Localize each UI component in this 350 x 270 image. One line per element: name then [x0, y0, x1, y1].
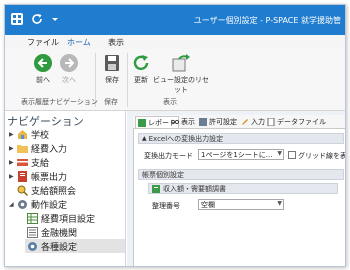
tab-view[interactable]: 表示 — [108, 37, 124, 48]
collapse-arrow-icon[interactable]: ◢ — [9, 201, 17, 208]
excel-export-section: ▲ Excelへの変換出力設定 — [138, 133, 344, 144]
back-arrow-icon — [34, 54, 52, 72]
payment-icon — [17, 158, 28, 166]
table-icon — [27, 212, 38, 224]
grid-lines-checkbox[interactable] — [288, 151, 296, 159]
gear-icon — [18, 199, 27, 209]
grid-lines-label: グリッド線を表示 — [298, 152, 345, 160]
export-mode-select[interactable]: 1ページを1シートに... ▼ — [198, 149, 284, 160]
title-bar: ユーザー個別設定 - P-SPACE 就学援助管 — [5, 5, 345, 35]
form-section-header[interactable]: 帳票個別設定 — [138, 169, 344, 180]
income-demand-section: 収入額・需要額調書 — [148, 183, 338, 194]
pencil-icon — [242, 119, 248, 125]
refresh-button[interactable]: 更新 — [129, 53, 153, 85]
tab-input[interactable]: 入力 — [241, 116, 265, 128]
report-settings-panel: ▲ Excelへの変換出力設定 変換出力モード 1ページを1シートに... ▼ … — [133, 129, 345, 266]
export-mode-label: 変換出力モード — [144, 152, 193, 160]
tab-display[interactable]: 表示 — [171, 116, 195, 128]
nav-item-payment[interactable]: ▶ 支給 — [9, 155, 49, 169]
excel-section-header[interactable]: ▲ Excelへの変換出力設定 — [138, 133, 344, 144]
form-settings-section: 帳票個別設定 — [138, 169, 344, 180]
group-label-history: 表示履歴ナビゲーション — [21, 98, 98, 106]
file-icon — [267, 118, 275, 126]
report-icon — [18, 170, 27, 182]
nav-item-expense-input[interactable]: ▶ 経費入力 — [9, 141, 67, 155]
chevron-down-icon: ▼ — [277, 200, 282, 207]
quick-access-dropdown-icon[interactable] — [49, 13, 61, 25]
forward-arrow-icon — [60, 54, 78, 72]
nav-item-financial-institution[interactable]: 金融機関 — [27, 225, 77, 239]
reset-view-button[interactable]: ビュー設定のリセット — [153, 53, 209, 95]
forward-button[interactable]: 次へ — [57, 53, 81, 85]
group-label-save: 保存 — [104, 98, 118, 106]
settings-content: レポート 表示 許可設定 入力 データファイル ▲ Excelへの変換出力設定 … — [127, 111, 345, 266]
tab-file[interactable]: ファイル — [27, 37, 59, 48]
sort-number-select[interactable]: 空欄 ▼ — [198, 199, 284, 210]
window-title: ユーザー個別設定 - P-SPACE 就学援助管 — [193, 16, 341, 25]
refresh-icon — [133, 55, 149, 71]
chevron-down-icon: ▼ — [277, 150, 282, 157]
app-icon — [11, 13, 23, 25]
nav-item-report-output[interactable]: ▶ 帳票出力 — [9, 169, 67, 183]
settings-tab-strip: レポート 表示 許可設定 入力 データファイル — [133, 115, 345, 129]
folder-icon — [17, 144, 28, 153]
app-window: ユーザー個別設定 - P-SPACE 就学援助管 ファイル ホーム 表示 前へ … — [4, 4, 346, 267]
search-icon — [17, 185, 28, 196]
nav-item-payment-inquiry[interactable]: 支給額照会 — [17, 183, 76, 197]
expand-arrow-icon[interactable]: ▶ — [9, 145, 17, 152]
expand-arrow-icon[interactable]: ▶ — [9, 173, 17, 180]
income-demand-header[interactable]: 収入額・需要額調書 — [148, 183, 338, 194]
glasses-icon — [171, 119, 179, 125]
permission-icon — [199, 118, 207, 126]
nav-item-school[interactable]: ▶ 学校 — [9, 127, 49, 141]
refresh-icon[interactable] — [31, 13, 43, 25]
nav-item-operation-settings[interactable]: ◢ 動作設定 — [9, 197, 67, 211]
group-label-view: 表示 — [163, 98, 177, 106]
ribbon-group-separator — [127, 53, 128, 107]
expand-arrow-icon[interactable]: ▶ — [9, 131, 17, 138]
form-icon — [152, 184, 160, 193]
tab-data-file[interactable]: データファイル — [267, 116, 326, 128]
gear-icon — [28, 241, 37, 251]
sort-number-label: 整理番号 — [152, 202, 180, 210]
ribbon-tab-strip: ファイル ホーム 表示 — [5, 35, 345, 51]
report-icon — [138, 118, 146, 127]
navigation-panel: ナビゲーション ▶ 学校 ▶ 経費入力 ▶ 支給 ▶ 帳票出力 支給額照会 ◢ — [5, 111, 126, 266]
tab-permission[interactable]: 許可設定 — [199, 116, 237, 128]
nav-item-expense-item-settings[interactable]: 経費項目設定 — [27, 211, 95, 225]
save-button[interactable]: 保存 — [99, 53, 125, 85]
school-icon — [18, 129, 27, 139]
expand-arrow-icon[interactable]: ▶ — [9, 159, 17, 166]
reset-view-icon — [172, 54, 190, 72]
save-icon — [105, 55, 119, 71]
back-button[interactable]: 前へ — [31, 53, 55, 85]
list-icon — [27, 226, 38, 238]
collapse-icon: ▲ — [142, 135, 147, 142]
ribbon: 前へ 次へ 保存 更新 ビュー設定のリセット 表示履歴ナビゲーション 保存 表示 — [5, 49, 345, 111]
nav-item-various-settings[interactable]: 各種設定 — [25, 239, 125, 253]
